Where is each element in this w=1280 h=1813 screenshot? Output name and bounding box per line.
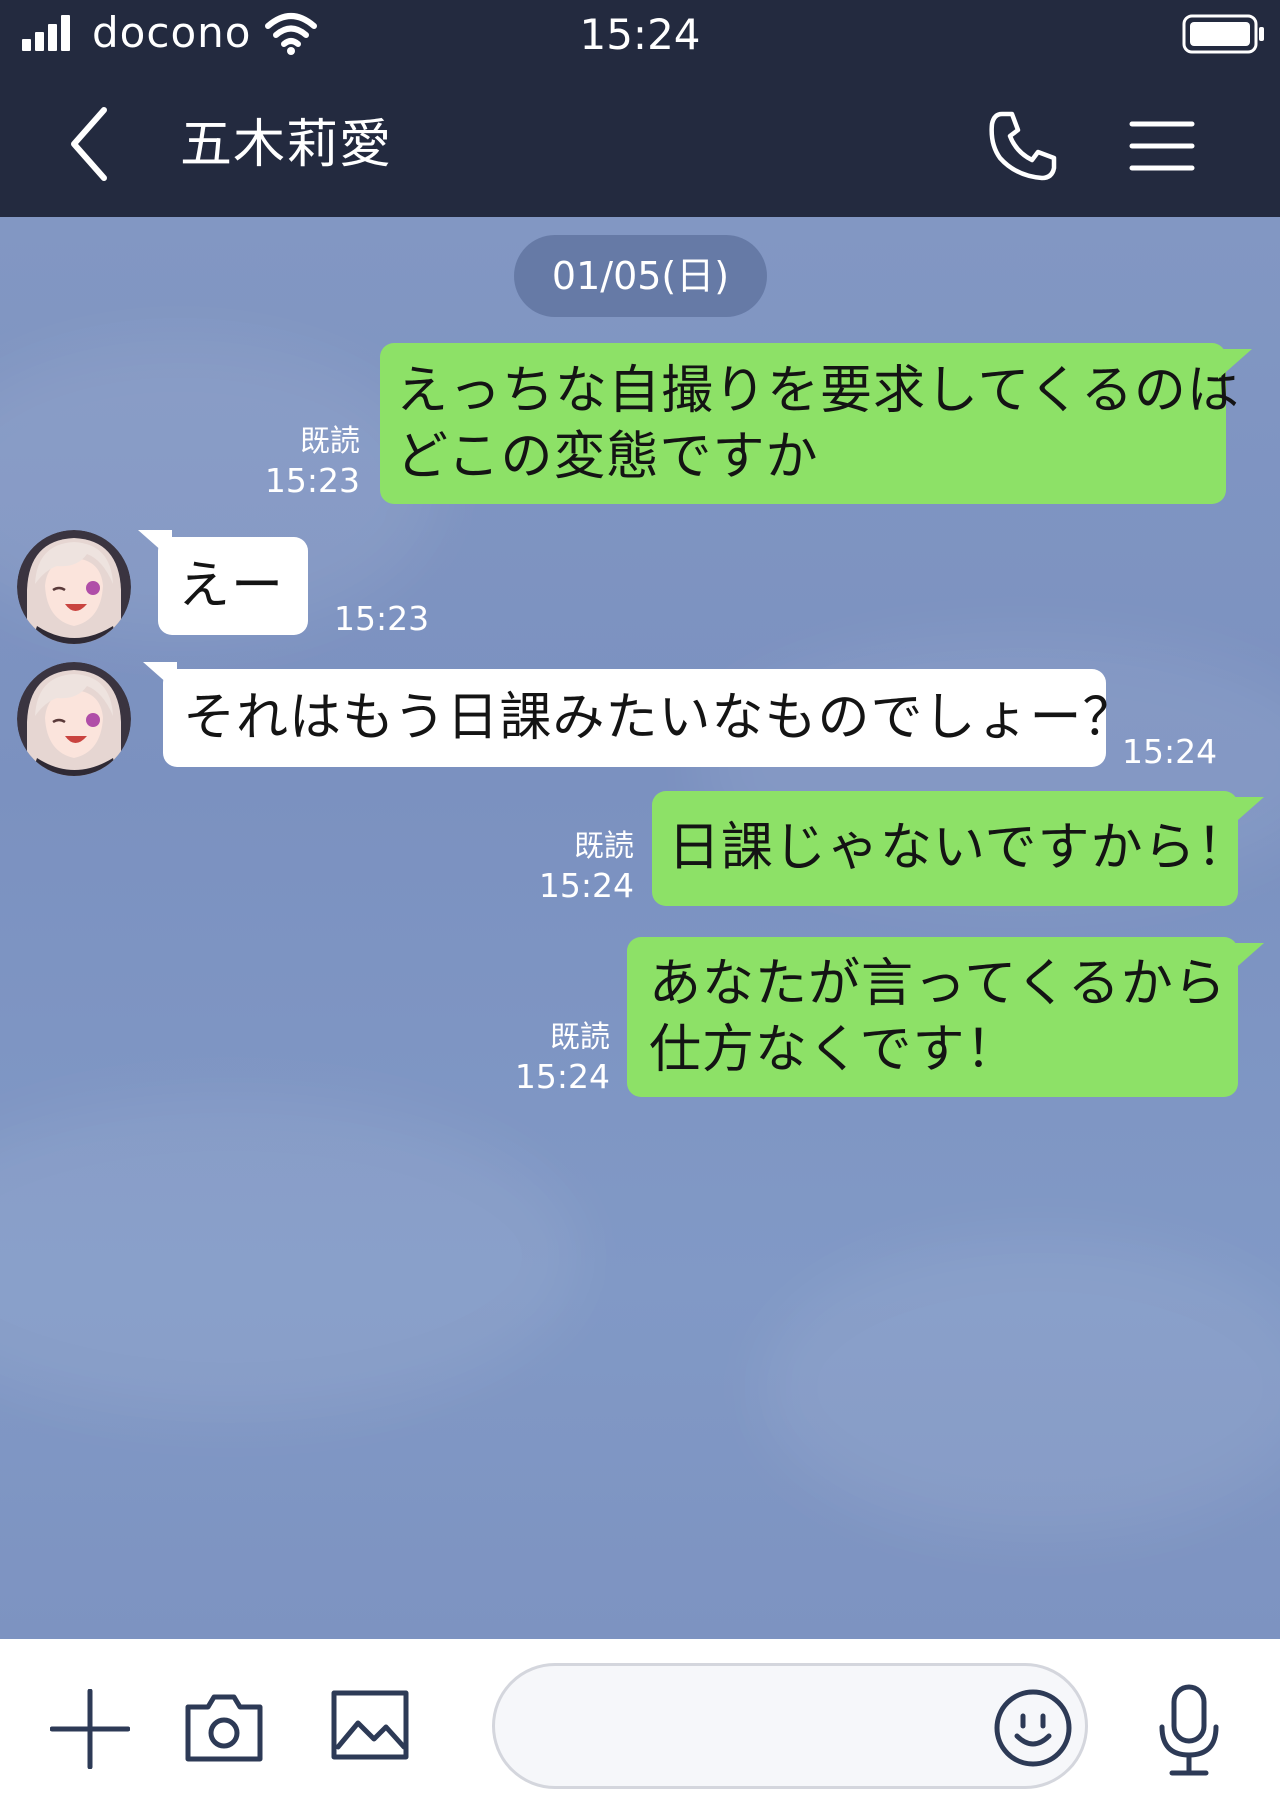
emoji-icon[interactable] (993, 1688, 1073, 1768)
message-input-bar (0, 1639, 1280, 1813)
microphone-icon[interactable] (1154, 1683, 1224, 1779)
bubble-tail (143, 662, 177, 692)
battery-icon (1182, 14, 1264, 54)
bubble-tail (1230, 797, 1264, 827)
message-time: 15:23 (264, 461, 360, 500)
incoming-message-bubble[interactable]: それはもう日課みたいなものでしょー？ (163, 669, 1136, 767)
message-text-line: 仕方なくです！ (649, 1020, 1019, 1080)
carrier-name: docono (92, 8, 252, 57)
message-text-line: あなたが言ってくるから (649, 954, 1227, 1014)
signal-strength-icon (22, 15, 80, 51)
outgoing-message-bubble[interactable]: えっちな自撮りを要求してくるのは どこの変態ですか (380, 343, 1240, 504)
outgoing-message-bubble[interactable]: あなたが言ってくるから 仕方なくです！ (627, 937, 1238, 1097)
read-receipt: 既読 (300, 424, 360, 459)
top-bar: docono 15:24 五木莉愛 (0, 0, 1280, 217)
image-icon[interactable] (330, 1689, 410, 1761)
outgoing-message-bubble[interactable]: 日課じゃないですから！ (652, 791, 1250, 906)
back-button[interactable] (60, 102, 120, 186)
message-time: 15:23 (334, 599, 430, 638)
message-meta: 既読 15:24 (514, 828, 634, 906)
status-time: 15:24 (579, 10, 701, 59)
contact-avatar[interactable] (17, 530, 131, 644)
message-time: 15:24 (1122, 732, 1218, 771)
chat-area[interactable]: 01/05(日) 既読 15:23 えっちな自撮りを要求してくるのは どこの変態… (0, 217, 1280, 1639)
bubble-tail (138, 530, 172, 560)
message-time: 15:24 (514, 1057, 610, 1096)
message-meta: 既読 15:23 (240, 423, 360, 501)
message-text-line: どこの変態ですか (396, 427, 819, 487)
contact-avatar[interactable] (17, 662, 131, 776)
message-meta: 15:23 (334, 599, 454, 639)
background-cloud (760, 1237, 1280, 1537)
message-input[interactable] (535, 1696, 979, 1758)
contact-name[interactable]: 五木莉愛 (180, 112, 392, 178)
bubble-tail (1218, 349, 1252, 379)
bubble-tail (1230, 943, 1264, 973)
message-meta: 既読 15:24 (490, 1019, 610, 1097)
wifi-icon (265, 13, 317, 55)
message-text-line: えー (178, 556, 285, 616)
phone-call-icon[interactable] (986, 108, 1062, 184)
message-text-line: それはもう日課みたいなものでしょー？ (183, 688, 1136, 748)
incoming-message-bubble[interactable]: えー (158, 537, 308, 635)
message-time: 15:24 (538, 866, 634, 905)
message-text-line: 日課じゃないですから！ (668, 818, 1250, 878)
menu-icon[interactable] (1128, 112, 1196, 180)
message-meta: 15:24 (1122, 732, 1242, 772)
read-receipt: 既読 (574, 829, 634, 864)
message-text-line: えっちな自撮りを要求してくるのは (396, 361, 1240, 421)
read-receipt: 既読 (550, 1020, 610, 1055)
plus-icon[interactable] (50, 1689, 130, 1769)
date-separator: 01/05(日) (514, 235, 767, 317)
camera-icon[interactable] (182, 1689, 266, 1765)
message-input-box[interactable] (492, 1663, 1088, 1789)
background-cloud (0, 1097, 580, 1417)
